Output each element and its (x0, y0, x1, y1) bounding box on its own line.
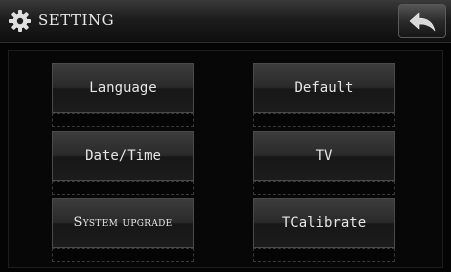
settings-screen: SETTING Language Default Date/Time TV Sy… (0, 0, 451, 272)
back-button[interactable] (398, 4, 446, 38)
tcalibrate-slot (253, 248, 395, 262)
default-button[interactable]: Default (253, 63, 395, 113)
date-time-slot (52, 181, 194, 195)
language-slot (52, 113, 194, 127)
tv-slot (253, 181, 395, 195)
date-time-button[interactable]: Date/Time (52, 131, 194, 181)
default-slot (253, 113, 395, 127)
tcalibrate-button[interactable]: TCalibrate (253, 198, 395, 248)
language-button[interactable]: Language (52, 63, 194, 113)
system-upgrade-slot (52, 248, 194, 262)
back-arrow-icon (409, 12, 436, 32)
title-bar: SETTING (0, 0, 451, 43)
gear-icon (8, 9, 32, 33)
page-title: SETTING (38, 11, 115, 29)
tv-button[interactable]: TV (253, 131, 395, 181)
system-upgrade-button[interactable]: System upgrade (52, 198, 194, 248)
